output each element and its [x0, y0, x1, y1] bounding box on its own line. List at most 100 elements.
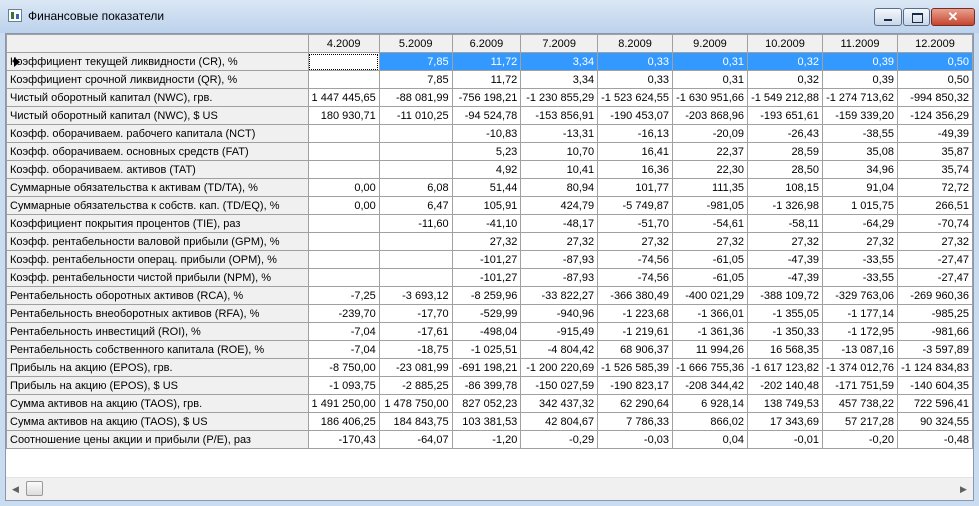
grid-cell[interactable]: 7 786,33: [597, 412, 673, 431]
grid-cell[interactable]: 35,74: [896, 160, 973, 179]
row-header[interactable]: Коэффициент текущей ликвидности (CR), %: [6, 52, 309, 71]
grid-cell[interactable]: -1 366,01: [672, 304, 748, 323]
column-header[interactable]: 9.2009: [672, 34, 748, 53]
grid-cell[interactable]: 1 447 445,65: [307, 88, 380, 107]
grid-cell[interactable]: -159 339,20: [821, 106, 898, 125]
horizontal-scrollbar[interactable]: ◀ ▶: [6, 477, 973, 500]
grid-cell[interactable]: -190 453,07: [597, 106, 673, 125]
grid-cell[interactable]: -8 750,00: [307, 358, 380, 377]
table-row[interactable]: Чистый оборотный капитал (NWC), грв. 1 44…: [6, 88, 973, 107]
grid-cell[interactable]: 16,41: [597, 142, 673, 161]
chevron-left-icon[interactable]: ◀: [8, 482, 23, 497]
grid-cell[interactable]: 72,72: [896, 178, 973, 197]
grid-cell[interactable]: -1 549 212,88: [746, 88, 823, 107]
grid-cell[interactable]: 27,32: [821, 232, 898, 251]
grid-cell[interactable]: -18,75: [378, 340, 453, 359]
grid-cell[interactable]: 27,32: [520, 232, 599, 251]
grid-cell[interactable]: -1 172,95: [821, 322, 898, 341]
row-header[interactable]: Рентабельность оборотных активов (RCA), …: [6, 286, 309, 305]
grid-cell[interactable]: 11 994,26: [672, 340, 748, 359]
grid-cell[interactable]: -0,29: [520, 430, 599, 449]
grid-cell[interactable]: 22,30: [672, 160, 748, 179]
grid-cell[interactable]: -70,74: [896, 214, 973, 233]
table-row[interactable]: Чистый оборотный капитал (NWC), $ US 180 …: [6, 106, 973, 125]
grid-cell[interactable]: 91,04: [821, 178, 898, 197]
grid-cell[interactable]: -400 021,29: [672, 286, 748, 305]
table-row[interactable]: Сумма активов на акцию (TAOS), $ US 186 4…: [6, 412, 973, 431]
grid-cell[interactable]: -498,04: [451, 322, 522, 341]
grid-cell[interactable]: -49,39: [896, 124, 973, 143]
grid-cell[interactable]: 0,32: [746, 52, 823, 71]
grid-cell[interactable]: -269 960,36: [896, 286, 973, 305]
table-row[interactable]: Суммарные обязательства к собств. кап. (…: [6, 196, 973, 215]
grid-cell[interactable]: -915,49: [520, 322, 599, 341]
grid-cell[interactable]: -48,17: [520, 214, 599, 233]
grid-cell[interactable]: -153 856,91: [520, 106, 599, 125]
column-header[interactable]: 8.2009: [597, 34, 673, 53]
table-row[interactable]: Коэффициент срочной ликвидности (QR), % 7…: [6, 70, 973, 89]
grid-cell[interactable]: 0,33: [597, 52, 673, 71]
row-header[interactable]: Сумма активов на акцию (TAOS), $ US: [6, 412, 309, 431]
row-header[interactable]: Рентабельность внеоборотных активов (RFA…: [6, 304, 309, 323]
grid-cell[interactable]: [307, 52, 380, 71]
grid-cell[interactable]: 7,85: [378, 70, 453, 89]
grid-cell[interactable]: 27,32: [896, 232, 973, 251]
grid-cell[interactable]: -981,05: [672, 196, 748, 215]
grid-cell[interactable]: 0,50: [896, 70, 973, 89]
grid-cell[interactable]: 34,96: [821, 160, 898, 179]
grid-cell[interactable]: -1 326,98: [746, 196, 823, 215]
grid-cell[interactable]: -10,83: [451, 124, 522, 143]
grid-cell[interactable]: 0,33: [597, 70, 673, 89]
grid-cell[interactable]: -1 219,61: [597, 322, 673, 341]
grid-cell[interactable]: 51,44: [451, 178, 522, 197]
grid-cell[interactable]: 1 478 750,00: [378, 394, 453, 413]
column-header[interactable]: 6.2009: [451, 34, 522, 53]
row-header[interactable]: Соотношение цены акции и прибыли (P/E), …: [6, 430, 309, 449]
grid-cell[interactable]: 10,41: [520, 160, 599, 179]
grid-cell[interactable]: -17,61: [378, 322, 453, 341]
table-row[interactable]: Коэфф. оборачиваем. основных средств (FA…: [6, 142, 973, 161]
grid-cell[interactable]: -1 617 123,82: [746, 358, 823, 377]
grid-cell[interactable]: [307, 160, 380, 179]
grid-cell[interactable]: -47,39: [746, 250, 823, 269]
grid-cell[interactable]: -388 109,72: [746, 286, 823, 305]
grid-cell[interactable]: -1 361,36: [672, 322, 748, 341]
grid-cell[interactable]: [307, 268, 380, 287]
table-row[interactable]: Прибыль на акцию (EPOS), $ US -1 093,75 -2…: [6, 376, 973, 395]
title-bar[interactable]: Финансовые показатели ✕: [0, 0, 979, 33]
grid-cell[interactable]: 16 568,35: [746, 340, 823, 359]
grid-cell[interactable]: -88 081,99: [378, 88, 453, 107]
column-header[interactable]: 4.2009: [307, 34, 380, 53]
grid-cell[interactable]: 90 324,55: [896, 412, 973, 431]
grid-cell[interactable]: 0,31: [672, 70, 748, 89]
table-row[interactable]: Сумма активов на акцию (TAOS), грв. 1 491…: [6, 394, 973, 413]
grid-cell[interactable]: 186 406,25: [307, 412, 380, 431]
grid-cell[interactable]: 0,00: [307, 178, 380, 197]
grid-cell[interactable]: -1 350,33: [746, 322, 823, 341]
grid-cell[interactable]: -47,39: [746, 268, 823, 287]
row-header[interactable]: Чистый оборотный капитал (NWC), $ US: [6, 106, 309, 125]
column-header[interactable]: 5.2009: [378, 34, 453, 53]
grid-cell[interactable]: -27,47: [896, 268, 973, 287]
table-row[interactable]: Рентабельность собственного капитала (RO…: [6, 340, 973, 359]
table-row[interactable]: Соотношение цены акции и прибыли (P/E), …: [6, 430, 973, 449]
close-button[interactable]: ✕: [931, 8, 975, 26]
grid-cell[interactable]: -11 010,25: [378, 106, 453, 125]
table-row[interactable]: Коэфф. рентабельности валовой прибыли (G…: [6, 232, 973, 251]
grid-cell[interactable]: -33,55: [821, 250, 898, 269]
grid-cell[interactable]: -1 374 012,76: [821, 358, 898, 377]
grid-cell[interactable]: -3 597,89: [896, 340, 973, 359]
scrollbar-thumb[interactable]: [26, 481, 43, 496]
grid-cell[interactable]: [307, 124, 380, 143]
grid-cell[interactable]: -994 850,32: [896, 88, 973, 107]
grid-cell[interactable]: [307, 142, 380, 161]
grid-cell[interactable]: -756 198,21: [451, 88, 522, 107]
table-row[interactable]: Суммарные обязательства к активам (TD/TA…: [6, 178, 973, 197]
grid-cell[interactable]: -190 823,17: [597, 376, 673, 395]
grid-cell[interactable]: -981,66: [896, 322, 973, 341]
grid-cell[interactable]: -193 651,61: [746, 106, 823, 125]
grid-cell[interactable]: 342 437,32: [520, 394, 599, 413]
grid-cell[interactable]: -74,56: [597, 250, 673, 269]
grid-cell[interactable]: -23 081,99: [378, 358, 453, 377]
grid-cell[interactable]: -33,55: [821, 268, 898, 287]
